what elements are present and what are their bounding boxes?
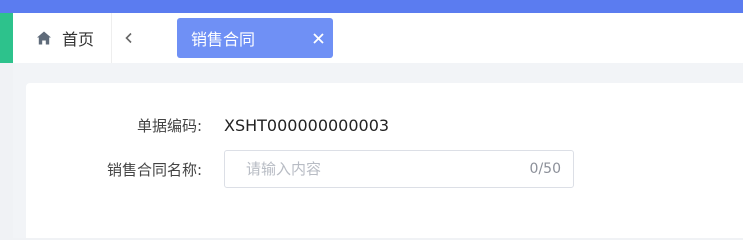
doc-no-value: XSHT000000000003 (224, 115, 390, 135)
contract-name-label: 销售合同名称: (106, 160, 202, 179)
tabs-scroll-left-button[interactable] (116, 13, 142, 63)
tab-sales-contract[interactable]: 销售合同 (177, 18, 333, 58)
close-icon (312, 29, 324, 48)
tab-home[interactable]: 首页 (22, 13, 112, 63)
doc-no-label: 单据编码: (136, 116, 202, 135)
contract-name-input[interactable] (246, 160, 530, 178)
contract-name-input-wrapper: 0/50 (224, 150, 574, 188)
tab-close-button[interactable] (303, 18, 333, 58)
chevron-left-icon (123, 29, 135, 48)
home-icon (36, 30, 52, 46)
form-card: 单据编码: XSHT000000000003 销售合同名称: 0/50 (26, 83, 743, 238)
doc-no-row: 单据编码: XSHT000000000003 (26, 107, 389, 143)
char-counter: 0/50 (529, 161, 561, 177)
top-header-bar (0, 0, 743, 13)
tab-home-label: 首页 (62, 30, 95, 49)
contract-name-row: 销售合同名称: 0/50 (26, 149, 574, 189)
sidebar-accent-strip (0, 13, 13, 63)
tab-sales-contract-label: 销售合同 (191, 30, 256, 49)
